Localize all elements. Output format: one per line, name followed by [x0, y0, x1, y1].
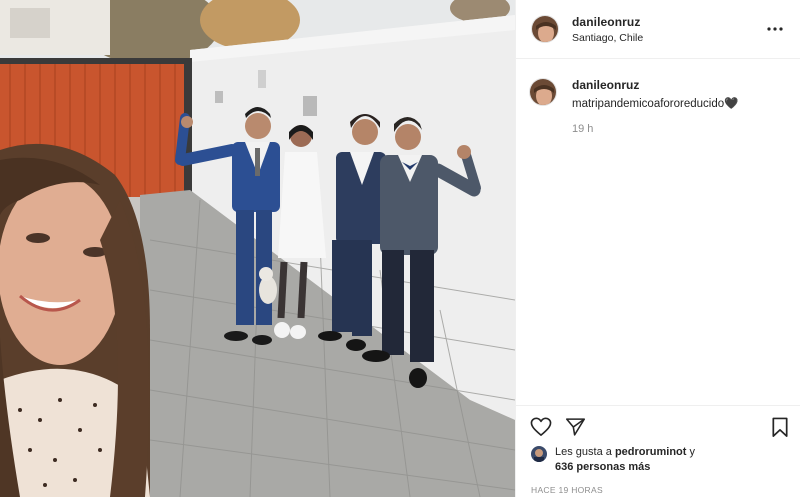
header-location[interactable]: Santiago, Chile	[572, 32, 764, 44]
post-footer: Les gusta a pedroruminot y 636 personas …	[516, 405, 800, 497]
caption-body: danileonruz matripandemicoafororeducido🖤…	[572, 78, 738, 135]
post-header: danileonruz Santiago, Chile	[516, 0, 800, 59]
caption-text: matripandemicoafororeducido🖤	[572, 98, 739, 110]
avatar-image	[532, 16, 558, 42]
paper-plane-shape	[565, 418, 586, 436]
user-avatar[interactable]	[531, 15, 559, 43]
wedding-group-photo	[0, 0, 515, 497]
header-username[interactable]: danileonruz	[572, 15, 764, 29]
bookmark-shape	[772, 417, 788, 437]
action-bar	[516, 406, 800, 445]
post-sidebar: danileonruz Santiago, Chile danileonruz …	[515, 0, 800, 497]
avatar-image	[530, 79, 556, 105]
caption-username[interactable]: danileonruz	[572, 78, 738, 92]
caption-avatar[interactable]	[529, 78, 557, 106]
liker-avatar-image	[531, 446, 547, 462]
post-timestamp[interactable]: HACE 19 HORAS	[516, 485, 800, 495]
paper-plane-icon[interactable]	[565, 417, 586, 442]
likes-text: Les gusta a pedroruminot y 636 personas …	[555, 445, 695, 475]
likes-user-link[interactable]: pedroruminot	[615, 446, 687, 458]
bookmark-icon[interactable]	[771, 417, 789, 443]
caption-time[interactable]: 19 h	[572, 123, 738, 135]
heart-shape	[530, 417, 552, 436]
heart-icon[interactable]	[530, 417, 552, 442]
header-text: danileonruz Santiago, Chile	[572, 15, 764, 44]
likes-prefix: Les gusta a	[555, 446, 612, 458]
post-photo[interactable]	[0, 0, 515, 497]
more-dots	[767, 27, 783, 31]
likes-summary: Les gusta a pedroruminot y 636 personas …	[516, 445, 800, 475]
liker-avatar[interactable]	[531, 446, 547, 462]
likes-conj: y	[689, 446, 696, 458]
caption: danileonruz matripandemicoafororeducido🖤…	[516, 59, 800, 135]
instagram-post: danileonruz Santiago, Chile danileonruz …	[0, 0, 800, 497]
likes-others-link[interactable]: 636 personas más	[555, 461, 650, 473]
more-options-icon[interactable]	[764, 22, 786, 36]
